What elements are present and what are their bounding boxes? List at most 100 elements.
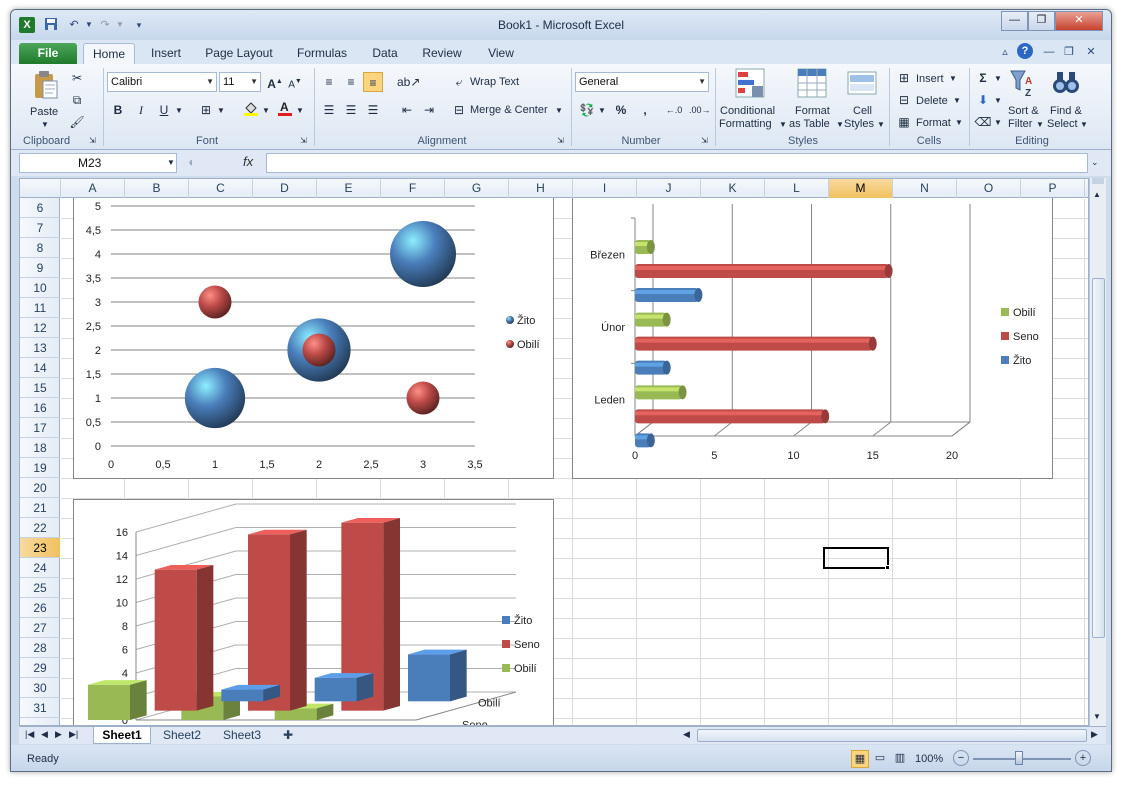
- scroll-thumb[interactable]: [1092, 278, 1105, 638]
- percent-icon[interactable]: %: [611, 100, 631, 120]
- row-header-6[interactable]: 6: [20, 198, 60, 218]
- formula-input[interactable]: [266, 153, 1088, 173]
- column-header-L[interactable]: L: [765, 179, 829, 198]
- zoom-level[interactable]: 100%: [915, 753, 943, 765]
- page-layout-view-icon[interactable]: ▭: [871, 750, 889, 768]
- bold-icon[interactable]: B: [108, 100, 128, 120]
- format-as-table-icon[interactable]: [797, 68, 827, 98]
- accounting-dropdown-icon[interactable]: ▼: [598, 106, 606, 115]
- name-box[interactable]: M23: [19, 153, 177, 173]
- align-left-icon[interactable]: ☰: [319, 100, 339, 120]
- tab-view[interactable]: View: [481, 43, 521, 64]
- column-header-I[interactable]: I: [573, 179, 637, 198]
- conditional-formatting-icon[interactable]: [735, 68, 765, 98]
- column-header-F[interactable]: F: [381, 179, 445, 198]
- conditional-dropdown-icon[interactable]: ▼: [779, 120, 787, 129]
- sheet-tab-1[interactable]: Sheet1: [93, 727, 151, 744]
- format-as-table-dropdown-icon[interactable]: ▼: [836, 120, 844, 129]
- formula-expand-icon[interactable]: ⌄: [1091, 157, 1099, 168]
- grow-font-icon[interactable]: A▲: [265, 72, 285, 92]
- number-launcher-icon[interactable]: ⇲: [701, 136, 708, 145]
- row-header-30[interactable]: 30: [20, 678, 60, 698]
- horizontal-scrollbar[interactable]: [697, 729, 1087, 742]
- insert-sheet-icon[interactable]: ✚: [275, 727, 301, 744]
- accounting-format-icon[interactable]: 💱: [577, 100, 597, 120]
- clear-dropdown-icon[interactable]: ▼: [994, 118, 1002, 127]
- alignment-launcher-icon[interactable]: ⇲: [557, 136, 564, 145]
- row-header-29[interactable]: 29: [20, 658, 60, 678]
- row-header-31[interactable]: 31: [20, 698, 60, 718]
- zoom-slider-thumb[interactable]: [1015, 751, 1023, 765]
- column-header-G[interactable]: G: [445, 179, 509, 198]
- paste-dropdown-icon[interactable]: ▼: [41, 120, 49, 129]
- first-sheet-icon[interactable]: |◀: [25, 729, 34, 740]
- row-header-19[interactable]: 19: [20, 458, 60, 478]
- help-icon[interactable]: ?: [1017, 43, 1033, 59]
- row-header-9[interactable]: 9: [20, 258, 60, 278]
- borders-dropdown-icon[interactable]: ▼: [217, 106, 225, 115]
- column-header-O[interactable]: O: [957, 179, 1021, 198]
- zoom-in-icon[interactable]: +: [1075, 750, 1091, 766]
- workbook-restore-icon[interactable]: ❐: [1061, 44, 1077, 60]
- decrease-decimal-icon[interactable]: .00→: [689, 100, 711, 120]
- last-sheet-icon[interactable]: ▶|: [69, 729, 78, 740]
- cell-styles-label-1[interactable]: Cell: [853, 105, 872, 117]
- autosum-dropdown-icon[interactable]: ▼: [994, 74, 1002, 83]
- font-launcher-icon[interactable]: ⇲: [300, 136, 307, 145]
- sheet-tab-2[interactable]: Sheet2: [153, 727, 211, 744]
- number-format-combo[interactable]: General ▼: [575, 72, 709, 92]
- italic-icon[interactable]: I: [131, 100, 151, 120]
- column-header-P[interactable]: P: [1021, 179, 1085, 198]
- row-header-11[interactable]: 11: [20, 298, 60, 318]
- wrap-text-button[interactable]: Wrap Text: [470, 76, 519, 88]
- vertical-scrollbar[interactable]: ▲ ▼: [1089, 178, 1106, 726]
- column-header-N[interactable]: N: [893, 179, 957, 198]
- sort-filter-icon[interactable]: AZ: [1009, 68, 1039, 99]
- conditional-formatting-label-1[interactable]: Conditional: [720, 105, 775, 117]
- format-cells-icon[interactable]: ▦: [894, 112, 914, 132]
- column-header-C[interactable]: C: [189, 179, 253, 198]
- column-3d-chart[interactable]: 0246810121416ObilíSenoŽitoSenoObilí: [73, 499, 554, 725]
- format-dropdown-icon[interactable]: ▼: [955, 118, 963, 127]
- next-sheet-icon[interactable]: ▶: [55, 729, 62, 740]
- delete-dropdown-icon[interactable]: ▼: [953, 96, 961, 105]
- autosum-icon[interactable]: Σ: [973, 68, 993, 88]
- row-header-21[interactable]: 21: [20, 498, 60, 518]
- row-header-17[interactable]: 17: [20, 418, 60, 438]
- fill-handle[interactable]: [885, 565, 890, 570]
- row-header-15[interactable]: 15: [20, 378, 60, 398]
- column-header-K[interactable]: K: [701, 179, 765, 198]
- cut-icon[interactable]: ✂: [67, 68, 87, 88]
- sort-filter-dropdown-icon[interactable]: ▼: [1036, 120, 1044, 129]
- fill-color-dropdown-icon[interactable]: ▼: [262, 106, 270, 115]
- close-button[interactable]: ✕: [1055, 11, 1103, 31]
- merge-center-icon[interactable]: ⊟: [449, 100, 469, 120]
- minimize-button[interactable]: —: [1001, 11, 1028, 31]
- zoom-out-icon[interactable]: −: [953, 750, 969, 766]
- comma-style-icon[interactable]: ,: [635, 100, 655, 120]
- find-select-icon[interactable]: [1051, 68, 1081, 98]
- insert-function-icon[interactable]: fx: [243, 154, 253, 169]
- font-size-combo[interactable]: 11 ▼: [219, 72, 261, 92]
- row-header-23[interactable]: 23: [20, 538, 60, 558]
- insert-cells-button[interactable]: Insert: [916, 73, 944, 85]
- row-header-20[interactable]: 20: [20, 478, 60, 498]
- minimize-ribbon-icon[interactable]: ▵: [997, 44, 1013, 60]
- tab-insert[interactable]: Insert: [141, 43, 191, 64]
- borders-icon[interactable]: ⊞: [196, 100, 216, 120]
- split-handle[interactable]: [1092, 178, 1104, 184]
- workbook-minimize-icon[interactable]: —: [1041, 44, 1057, 60]
- clipboard-launcher-icon[interactable]: ⇲: [89, 136, 96, 145]
- column-header-H[interactable]: H: [509, 179, 573, 198]
- delete-cells-icon[interactable]: ⊟: [894, 90, 914, 110]
- underline-icon[interactable]: U: [154, 100, 174, 120]
- tab-page-layout[interactable]: Page Layout: [199, 43, 279, 64]
- align-middle-icon[interactable]: ≡: [341, 72, 361, 92]
- name-box-dropdown-icon[interactable]: ▼: [167, 158, 175, 167]
- worksheet-grid[interactable]: ABCDEFGHIJKLMNOP 6 7 8 9 10 11 12 13 14 15 16 17 18 1…: [19, 178, 1089, 726]
- column-header-J[interactable]: J: [637, 179, 701, 198]
- format-as-table-label-1[interactable]: Format: [795, 105, 830, 117]
- row-header-25[interactable]: 25: [20, 578, 60, 598]
- format-cells-button[interactable]: Format: [916, 117, 951, 129]
- paste-icon[interactable]: [33, 70, 59, 100]
